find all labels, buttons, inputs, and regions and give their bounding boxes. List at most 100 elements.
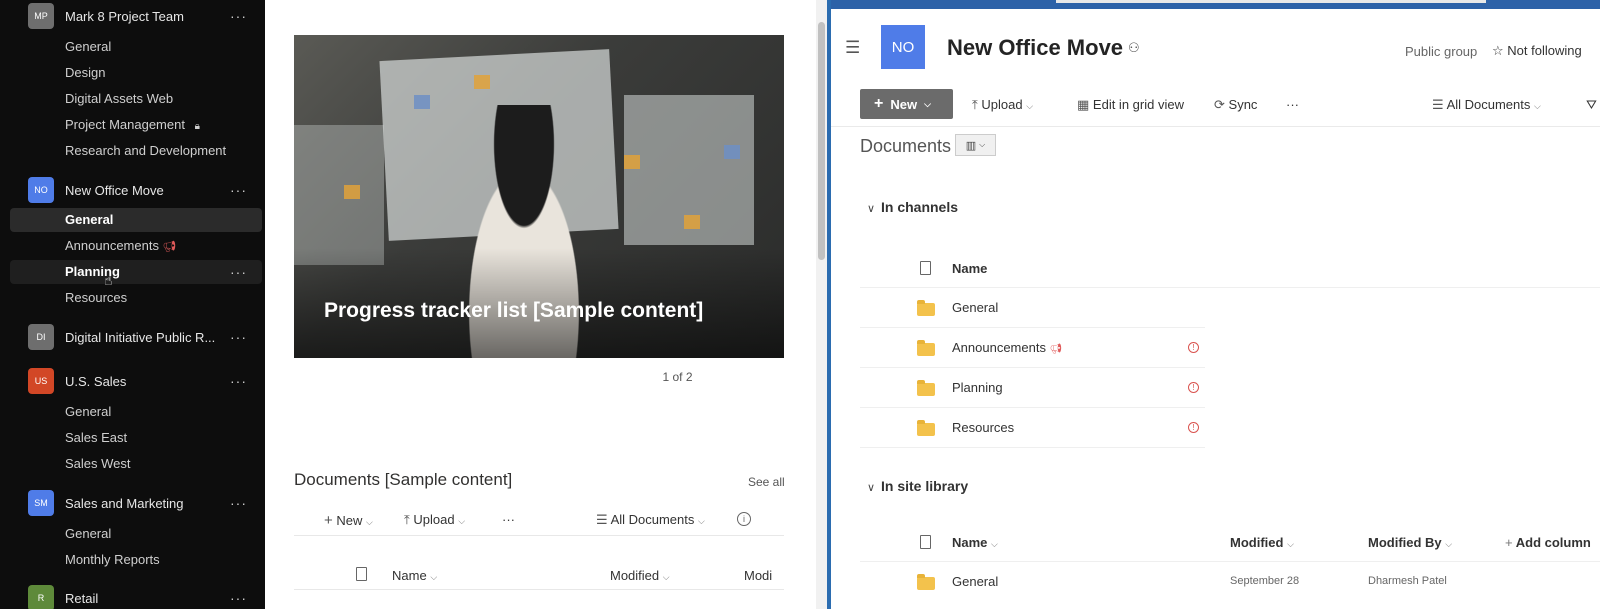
- grid-icon: ▦: [1077, 97, 1090, 112]
- folder-general[interactable]: General: [952, 300, 998, 315]
- carousel-pager: 1 of 2: [265, 370, 827, 384]
- team-new-office-move[interactable]: NO New Office Move ···: [0, 177, 262, 203]
- upload-label: Upload: [981, 97, 1023, 112]
- more-options-icon[interactable]: ···: [230, 182, 247, 198]
- view-icon: ☰: [596, 512, 608, 527]
- sync-button[interactable]: ⟳ Sync: [1214, 97, 1257, 113]
- more-options-icon[interactable]: ···: [1286, 97, 1299, 112]
- edit-grid-button[interactable]: ▦ Edit in grid view: [1077, 97, 1184, 113]
- chevron-down-icon: ⌵: [1445, 539, 1453, 549]
- info-icon[interactable]: !: [1188, 422, 1199, 433]
- upload-button[interactable]: ⤒ Upload ⌵: [972, 97, 1033, 113]
- add-column-button[interactable]: + Add column: [1505, 535, 1591, 550]
- modified-by[interactable]: Dharmesh Patel: [1368, 575, 1447, 587]
- team-name: U.S. Sales: [65, 373, 127, 389]
- more-options-icon[interactable]: ···: [230, 329, 247, 345]
- more-options-icon[interactable]: ···: [230, 8, 247, 24]
- chevron-down-icon: ⌵: [924, 98, 931, 109]
- more-options-icon[interactable]: ···: [502, 512, 515, 527]
- column-label: Name: [392, 568, 427, 583]
- sync-icon: ⟳: [1214, 97, 1225, 112]
- channel-project-management[interactable]: Project Management 🔒︎: [65, 117, 200, 132]
- team-avatar: MP: [28, 3, 54, 29]
- more-options-icon[interactable]: ···: [230, 373, 247, 389]
- folder-icon: [917, 420, 935, 436]
- hero-image-detail: [624, 155, 640, 169]
- channel-research-and-development[interactable]: Research and Development: [65, 143, 226, 158]
- more-options-icon[interactable]: ···: [230, 495, 247, 511]
- folder-general[interactable]: General: [952, 574, 998, 589]
- group-in-channels[interactable]: ∨ In channels: [867, 199, 958, 215]
- follow-label: Not following: [1507, 43, 1582, 58]
- folder-resources[interactable]: Resources: [952, 420, 1014, 435]
- pager-text: 1 of 2: [662, 370, 693, 384]
- channel-digital-assets-web[interactable]: Digital Assets Web: [65, 91, 173, 106]
- site-logo[interactable]: NO: [881, 25, 925, 69]
- teams-sidebar: MP Mark 8 Project Team ··· General Desig…: [0, 0, 265, 609]
- view-switcher[interactable]: ▥ ⌵: [955, 134, 996, 156]
- site-title[interactable]: New Office Move: [947, 35, 1123, 61]
- view-label: All Documents: [1446, 97, 1531, 112]
- sharepoint-documents-panel: ☰ NO New Office Move ⚇ Public group ☆ No…: [831, 0, 1600, 609]
- more-options-icon[interactable]: ···: [230, 264, 247, 280]
- info-icon[interactable]: i: [737, 512, 751, 526]
- plus-icon: +: [1505, 535, 1513, 550]
- folder-announcements[interactable]: Announcements 📢︎: [952, 340, 1062, 355]
- see-all-link[interactable]: See all: [748, 475, 785, 489]
- documents-column-header: Name ⌵ Modified ⌵ Modi: [294, 562, 784, 590]
- team-name: New Office Move: [65, 182, 164, 198]
- team-mark8[interactable]: MP Mark 8 Project Team ···: [0, 3, 262, 29]
- column-modified[interactable]: Modified ⌵: [610, 568, 670, 583]
- channel-monthly-reports[interactable]: Monthly Reports: [65, 552, 160, 567]
- page-scrollbar[interactable]: [816, 0, 827, 609]
- group-in-site-library[interactable]: ∨ In site library: [867, 478, 968, 494]
- teams-icon[interactable]: ⚇: [1128, 40, 1140, 56]
- view-selector[interactable]: ☰ All Documents ⌵: [596, 512, 705, 528]
- team-avatar: SM: [28, 490, 54, 516]
- view-label: All Documents: [610, 512, 695, 527]
- hamburger-menu-icon[interactable]: ☰: [845, 38, 863, 58]
- team-digital-initiative[interactable]: DI Digital Initiative Public R... ···: [0, 324, 262, 350]
- group-privacy: Public group: [1405, 44, 1478, 59]
- team-us-sales[interactable]: US U.S. Sales ···: [0, 368, 262, 394]
- column-modified-by[interactable]: Modified By ⌵: [1368, 535, 1452, 550]
- column-modified[interactable]: Modified ⌵: [1230, 535, 1294, 550]
- channel-label: Announcements: [65, 238, 159, 253]
- channel-general[interactable]: General: [65, 39, 111, 54]
- more-options-icon[interactable]: ···: [230, 590, 247, 606]
- chevron-down-icon: ∨: [867, 203, 876, 215]
- folder-planning[interactable]: Planning: [952, 380, 1003, 395]
- view-selector[interactable]: ☰ All Documents ⌵: [1432, 97, 1541, 113]
- column-modified-by[interactable]: Modi: [744, 568, 772, 583]
- upload-button[interactable]: ⤒ Upload ⌵: [404, 512, 465, 528]
- team-sales-and-marketing[interactable]: SM Sales and Marketing ···: [0, 490, 262, 516]
- info-icon[interactable]: !: [1188, 342, 1199, 353]
- channel-general[interactable]: General: [65, 526, 111, 541]
- chevron-down-icon: ⌵: [979, 140, 986, 149]
- new-button[interactable]: + New ⌵: [324, 512, 373, 529]
- add-column-label: Add column: [1515, 535, 1591, 550]
- divider: [860, 327, 1205, 328]
- chevron-down-icon: ⌵: [991, 539, 998, 549]
- new-button[interactable]: + New ⌵: [860, 89, 953, 119]
- filter-icon[interactable]: ⛛: [1586, 97, 1597, 113]
- documents-toolbar: + New ⌵ ⤒ Upload ⌵ ··· ☰ All Documents ⌵…: [294, 502, 784, 536]
- channel-resources[interactable]: Resources: [65, 290, 127, 305]
- channel-announcements[interactable]: Announcements 📢︎: [65, 238, 177, 253]
- view-icon: ☰: [1432, 97, 1444, 112]
- channel-sales-west[interactable]: Sales West: [65, 456, 131, 471]
- column-name[interactable]: Name ⌵: [952, 535, 998, 550]
- column-name[interactable]: Name: [952, 261, 987, 276]
- scrollbar-thumb[interactable]: [818, 22, 825, 260]
- channel-general-selected[interactable]: General: [65, 212, 113, 227]
- team-retail[interactable]: R Retail ···: [0, 585, 262, 609]
- hero-title[interactable]: Progress tracker list [Sample content]: [324, 299, 703, 323]
- channel-sales-east[interactable]: Sales East: [65, 430, 127, 445]
- follow-button[interactable]: ☆ Not following: [1492, 43, 1582, 59]
- channel-design[interactable]: Design: [65, 65, 105, 80]
- column-name[interactable]: Name ⌵: [392, 568, 437, 583]
- search-box[interactable]: [1056, 0, 1486, 3]
- channel-general[interactable]: General: [65, 404, 111, 419]
- hero-carousel[interactable]: Progress tracker list [Sample content]: [294, 35, 784, 358]
- info-icon[interactable]: !: [1188, 382, 1199, 393]
